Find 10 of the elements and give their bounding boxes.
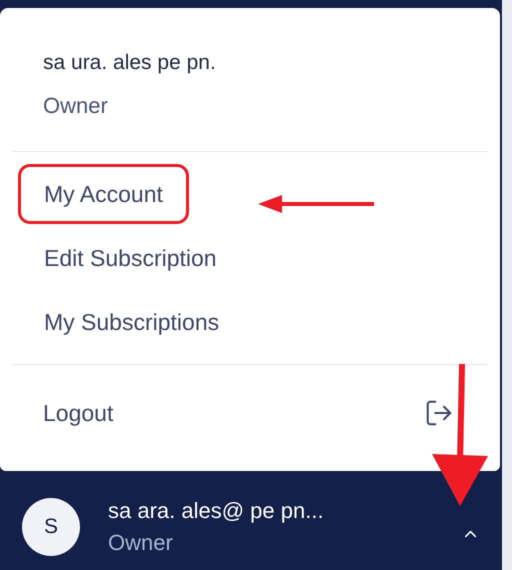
logout-link[interactable]: Logout — [43, 396, 114, 430]
menu-item[interactable]: My Subscriptions — [18, 292, 246, 352]
user-email: sa ara. ales@ pe pn... — [108, 497, 325, 524]
user-role: Owner — [108, 528, 174, 556]
avatar: S — [22, 498, 80, 556]
user-role: Owner — [43, 95, 109, 117]
logout-icon[interactable] — [424, 398, 454, 428]
menu-item[interactable]: Edit Subscription — [18, 228, 243, 288]
user-email: sa ura. ales pe pn. — [43, 52, 217, 73]
menu-item[interactable]: My Account — [18, 164, 189, 224]
